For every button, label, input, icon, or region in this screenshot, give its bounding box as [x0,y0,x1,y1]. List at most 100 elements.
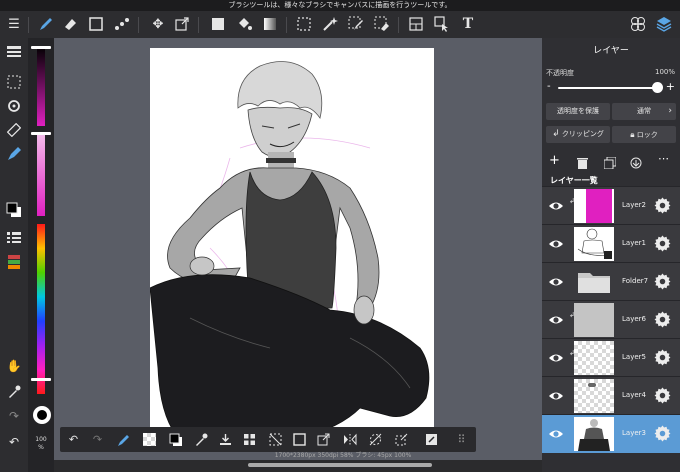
clear-selection-icon[interactable] [366,430,385,449]
eye-icon[interactable] [548,426,564,442]
magic-wand-icon[interactable] [320,14,340,34]
protect-alpha-button[interactable]: 透明度を保護 [546,103,610,120]
bucket-icon[interactable] [234,14,254,34]
brush-opacity-slider[interactable] [37,132,45,216]
eye-icon[interactable] [548,350,564,366]
tool-tooltip: ブラシツールは、様々なブラシでキャンバスに描画を行うツールです。 [228,1,452,9]
layer-row-layer1[interactable]: Layer1 [542,224,680,263]
eraser-icon[interactable] [60,14,80,34]
layer-list-icon[interactable] [4,42,24,62]
color-swatch[interactable] [4,200,24,220]
gear-icon[interactable] [654,349,671,366]
brush-icon[interactable] [36,14,56,34]
hand-pen-icon[interactable] [4,144,24,164]
layer-row-layer3[interactable]: Layer3 [542,414,680,453]
text-icon[interactable]: T [458,14,478,34]
eyedropper-icon[interactable] [4,382,24,402]
gradient-icon[interactable] [260,14,280,34]
layer-row-layer6[interactable]: ↲ Layer6 [542,300,680,339]
layer-name: Folder7 [622,277,649,285]
opacity-plus-button[interactable]: + [666,80,675,93]
rotate-icon[interactable] [4,96,24,116]
grid-icon[interactable] [240,430,259,449]
eye-icon[interactable] [548,198,564,214]
layer-thumbnail [574,189,614,223]
operation-icon[interactable] [432,14,452,34]
gear-icon[interactable] [654,311,671,328]
selection-icon[interactable] [4,72,24,92]
opacity-slider-thumb[interactable] [652,82,663,93]
drawing-canvas[interactable] [150,48,434,448]
canvas-area[interactable] [54,38,542,460]
deselect-icon[interactable] [266,430,285,449]
home-indicator[interactable] [248,463,432,467]
move-icon[interactable]: ✥ [148,14,168,34]
fill-color-icon[interactable] [208,14,228,34]
more-icon[interactable]: ⋯ [658,152,669,165]
eye-icon[interactable] [548,236,564,252]
eyedropper-icon[interactable] [192,430,211,449]
layer-row-layer5[interactable]: ↲ Layer5 [542,338,680,377]
transform-icon[interactable] [314,430,333,449]
frame-divider-icon[interactable] [406,14,426,34]
pen-settings-icon[interactable] [114,430,133,449]
merge-down-icon[interactable] [630,154,642,173]
redo-icon[interactable]: ↷ [4,406,24,426]
color-set-icon[interactable] [4,252,24,272]
selection-transform-icon[interactable] [392,430,411,449]
color-swap-icon[interactable] [166,430,185,449]
lock-button[interactable]: 🔒︎ ロック [612,126,676,143]
lasso-select-icon[interactable] [294,14,314,34]
select-eraser-icon[interactable] [372,14,392,34]
gear-icon[interactable] [654,273,671,290]
select-pen-icon[interactable] [346,14,366,34]
eye-icon[interactable] [548,274,564,290]
transform-icon[interactable] [172,14,192,34]
toolbar-handle-icon[interactable]: ⠿ [452,430,471,449]
eye-icon[interactable] [548,388,564,404]
artwork [150,61,430,441]
layer-row-layer4[interactable]: Layer4 [542,376,680,415]
divider [28,17,29,33]
clipping-button[interactable]: ↲ クリッピング [546,126,610,143]
hue-slider[interactable] [37,224,45,394]
layer-row-layer2[interactable]: ↲ Layer2 [542,186,680,225]
trash-icon[interactable] [577,154,588,173]
hue-thumb[interactable] [31,378,51,381]
gear-icon[interactable] [654,425,671,442]
brush-size-thumb[interactable] [31,46,51,49]
layer-name: Layer4 [622,391,646,399]
undo-icon[interactable]: ↶ [4,432,24,452]
layer-list: ↲ Layer2 Layer1 Folder7 ↲ Layer6 ↲ Layer5 Layer4… [542,186,680,472]
gear-icon[interactable] [654,235,671,252]
redo-icon[interactable]: ↷ [88,430,107,449]
brush-size-slider[interactable] [37,46,45,126]
lock-label: ロック [636,131,658,139]
fullscreen-icon[interactable] [422,430,441,449]
layer-actions: + ⋯ [542,150,680,172]
opacity-slider[interactable] [558,87,658,89]
blend-mode-button[interactable]: 通常 › [612,103,676,120]
dot-tool-icon[interactable] [112,14,132,34]
square-select-icon[interactable] [86,14,106,34]
layers-icon[interactable] [654,14,674,34]
ruler-icon[interactable] [4,120,24,140]
gear-icon[interactable] [654,197,671,214]
layer-row-folder7[interactable]: Folder7 [542,262,680,301]
menu-icon[interactable]: ☰ [4,14,24,34]
zoom-indicator[interactable]: 100 % [28,436,54,452]
duplicate-layer-icon[interactable] [603,154,617,173]
flip-horizontal-icon[interactable] [340,430,359,449]
palette-list-icon[interactable] [4,228,24,248]
undo-icon[interactable]: ↶ [64,430,83,449]
brush-opacity-thumb[interactable] [31,132,51,135]
transparent-fill-icon[interactable] [140,430,159,449]
select-all-icon[interactable] [290,430,309,449]
add-layer-icon[interactable]: + [549,153,560,168]
opacity-minus-button[interactable]: - [547,81,551,92]
hand-icon[interactable]: ✋ [4,356,24,376]
import-icon[interactable] [216,430,235,449]
eye-icon[interactable] [548,312,564,328]
material-icon[interactable] [628,14,648,34]
gear-icon[interactable] [654,387,671,404]
